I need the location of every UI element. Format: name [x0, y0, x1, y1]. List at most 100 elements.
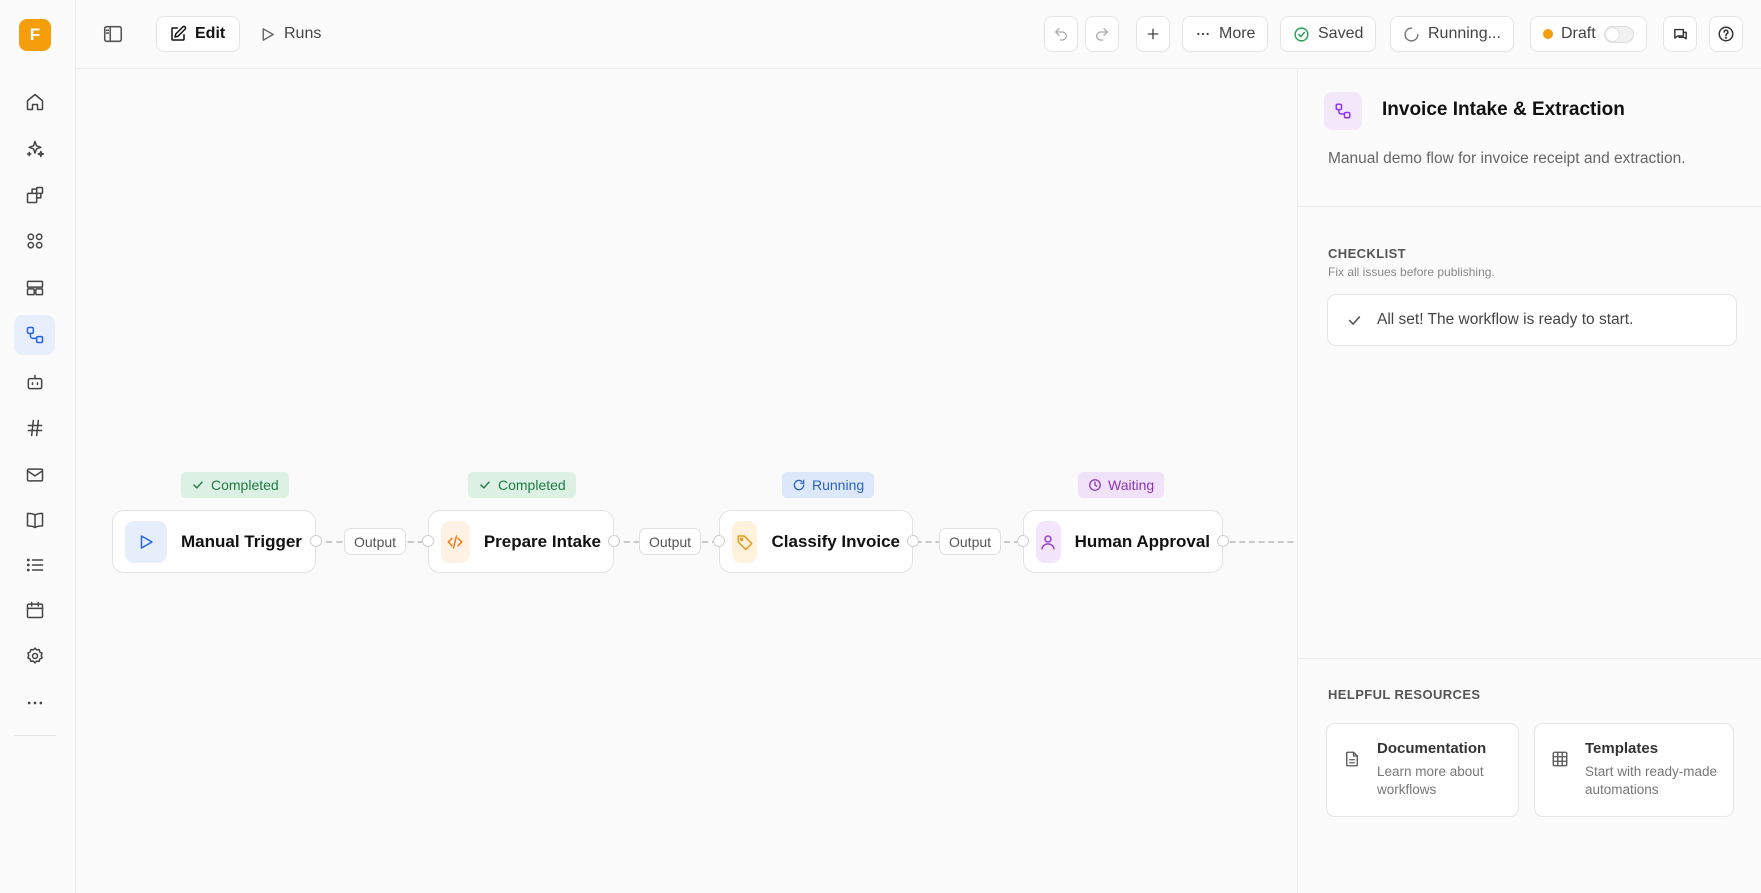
- refresh-icon: [793, 479, 805, 491]
- workflow-node[interactable]: Classify Invoice: [719, 510, 913, 573]
- output-port[interactable]: [907, 535, 919, 547]
- running-label: Running...: [1428, 25, 1501, 42]
- saved-status: Saved: [1280, 16, 1377, 52]
- chat-icon: [1673, 28, 1687, 39]
- workflow-icon[interactable]: [14, 315, 55, 355]
- loader-icon: [1404, 26, 1419, 42]
- runs-tab[interactable]: Runs: [246, 16, 334, 52]
- undo-button[interactable]: [1044, 16, 1078, 52]
- check-icon: [480, 481, 490, 489]
- book-icon[interactable]: [14, 500, 55, 540]
- redo-icon: [1096, 28, 1108, 41]
- help-icon: [1718, 26, 1734, 42]
- status-label: Running: [812, 477, 865, 493]
- blocks-icon[interactable]: [14, 175, 55, 215]
- tag-icon: [732, 520, 758, 563]
- draft-status-dot: [1543, 29, 1553, 39]
- more-horizontal-icon[interactable]: [14, 683, 55, 723]
- checklist-message: All set! The workflow is ready to start.: [1377, 311, 1634, 328]
- status-label: Completed: [211, 477, 279, 493]
- node-name: Classify Invoice: [771, 531, 900, 551]
- status-badge: Waiting: [1078, 472, 1165, 498]
- checklist-subheading: Fix all issues before publishing.: [1328, 265, 1495, 279]
- input-port[interactable]: [713, 535, 725, 547]
- draft-toggle[interactable]: Draft: [1530, 16, 1647, 52]
- check-icon: [1348, 315, 1361, 325]
- node-name: Human Approval: [1074, 531, 1210, 551]
- connector-label[interactable]: Output: [639, 528, 702, 555]
- clock-icon: [1089, 479, 1101, 491]
- edit-label: Edit: [195, 25, 226, 42]
- chat-button[interactable]: [1663, 16, 1697, 52]
- calendar-icon[interactable]: [14, 590, 55, 630]
- edit-tab[interactable]: Edit: [156, 16, 240, 52]
- check-icon: [193, 481, 203, 489]
- redo-button[interactable]: [1085, 16, 1119, 52]
- publish-toggle[interactable]: [1603, 25, 1634, 43]
- resource-description: Learn more about workflows: [1377, 764, 1484, 797]
- layout-icon[interactable]: [14, 268, 55, 308]
- output-port[interactable]: [1217, 535, 1229, 547]
- settings-icon[interactable]: [14, 636, 55, 676]
- more-button[interactable]: More: [1182, 16, 1269, 52]
- apps-icon[interactable]: [14, 221, 55, 261]
- mail-icon[interactable]: [14, 455, 55, 495]
- sparkles-icon[interactable]: [14, 129, 55, 169]
- file-text-icon: [1343, 750, 1361, 768]
- workflow-details-panel: Invoice Intake & Extraction Manual demo …: [1297, 69, 1761, 893]
- code-icon: [441, 520, 470, 563]
- divider: [1298, 206, 1761, 207]
- input-port[interactable]: [1017, 535, 1029, 547]
- resource-description: Start with ready-made automations: [1585, 764, 1718, 797]
- grid-icon: [1551, 750, 1569, 768]
- node-name: Manual Trigger: [181, 531, 302, 551]
- workflow-title: Invoice Intake & Extraction: [1382, 99, 1625, 120]
- plus-icon: [1147, 28, 1159, 40]
- workflow-description: Manual demo flow for invoice receipt and…: [1328, 150, 1686, 167]
- user-icon: [1036, 520, 1061, 563]
- play-icon: [125, 520, 167, 563]
- resource-title: Documentation: [1377, 740, 1487, 757]
- divider: [1298, 658, 1761, 659]
- status-badge: Completed: [468, 472, 576, 498]
- more-horizontal-icon: [1197, 32, 1209, 36]
- checklist-status: All set! The workflow is ready to start.: [1327, 294, 1737, 346]
- resource-title: Templates: [1585, 740, 1659, 757]
- runs-label: Runs: [284, 25, 322, 42]
- toggle-sidebar-button[interactable]: [96, 16, 130, 52]
- checklist-heading: CHECKLIST: [1328, 246, 1406, 261]
- workflow-node[interactable]: Prepare Intake: [428, 510, 614, 573]
- running-status: Running...: [1390, 16, 1514, 52]
- connector-label[interactable]: Output: [939, 528, 1002, 555]
- connector-label[interactable]: Output: [344, 528, 407, 555]
- workflow-canvas[interactable]: Completed Completed Running Waiting Manu…: [76, 69, 1352, 893]
- saved-label: Saved: [1318, 25, 1364, 42]
- bot-icon[interactable]: [14, 362, 55, 402]
- status-badge: Running: [782, 472, 875, 498]
- sidebar-divider: [14, 735, 56, 736]
- output-port[interactable]: [310, 535, 322, 547]
- workflow-icon: [1324, 92, 1362, 130]
- edit-icon: [171, 25, 187, 41]
- check-circle-icon: [1294, 26, 1309, 42]
- add-button[interactable]: [1136, 16, 1170, 52]
- node-name: Prepare Intake: [483, 531, 601, 551]
- status-label: Completed: [498, 477, 566, 493]
- undo-icon: [1055, 28, 1067, 41]
- draft-label: Draft: [1561, 25, 1596, 42]
- workflow-node[interactable]: Manual Trigger: [112, 510, 316, 573]
- status-label: Waiting: [1108, 477, 1155, 493]
- list-icon[interactable]: [14, 545, 55, 585]
- help-button[interactable]: [1709, 16, 1743, 52]
- workflow-node[interactable]: Human Approval: [1023, 510, 1223, 573]
- hash-icon[interactable]: [14, 408, 55, 448]
- resources-heading: HELPFUL RESOURCES: [1328, 687, 1481, 702]
- home-icon[interactable]: [14, 82, 55, 122]
- left-sidebar: F: [0, 0, 76, 893]
- input-port[interactable]: [422, 535, 434, 547]
- play-icon: [262, 27, 274, 41]
- documentation-card[interactable]: Documentation Learn more about workflows: [1326, 723, 1519, 817]
- output-port[interactable]: [608, 535, 620, 547]
- templates-card[interactable]: Templates Start with ready-made automati…: [1534, 723, 1734, 817]
- app-logo[interactable]: F: [19, 19, 51, 51]
